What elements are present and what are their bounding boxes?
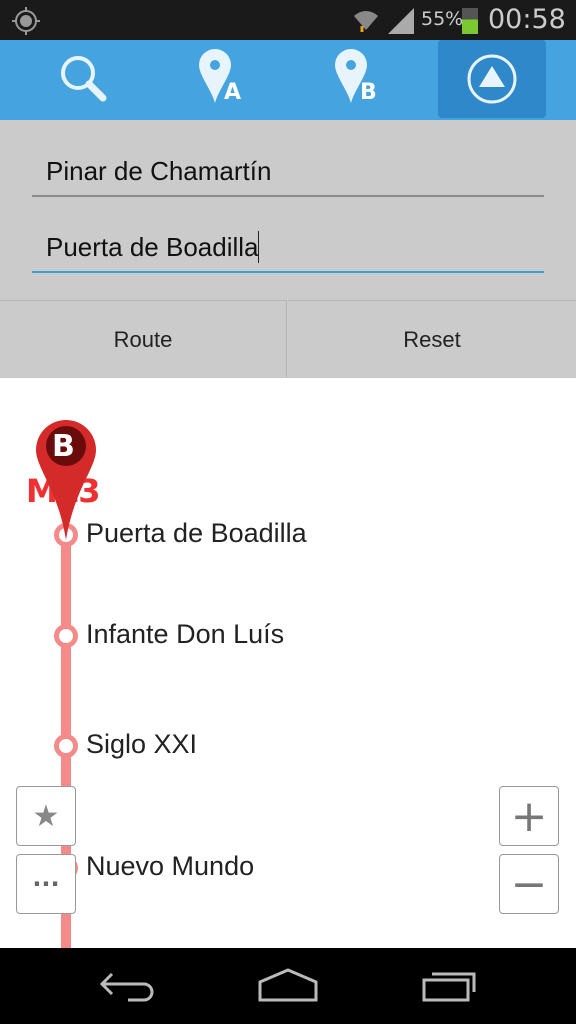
search-button[interactable] bbox=[30, 40, 138, 118]
toolbar: A B bbox=[0, 40, 576, 120]
origin-input[interactable]: Pinar de Chamartín bbox=[32, 147, 544, 197]
signal-icon bbox=[388, 8, 414, 34]
destination-input[interactable]: Puerta de Boadilla bbox=[32, 223, 544, 273]
star-icon: ★ bbox=[32, 798, 60, 834]
station-label[interactable]: Nuevo Mundo bbox=[86, 851, 254, 882]
station-dot bbox=[54, 734, 78, 758]
zoom-out-button[interactable]: − bbox=[499, 854, 559, 914]
minus-icon: − bbox=[510, 858, 548, 910]
station-label[interactable]: Infante Don Luís bbox=[86, 619, 284, 650]
marker-label: B bbox=[52, 429, 75, 464]
origin-label: A bbox=[224, 80, 242, 105]
route-button[interactable]: Route bbox=[0, 300, 287, 378]
route-up-icon bbox=[467, 54, 517, 104]
plus-icon: + bbox=[510, 790, 548, 842]
favorite-button[interactable]: ★ bbox=[16, 786, 76, 846]
station-label[interactable]: Siglo XXI bbox=[86, 729, 197, 760]
clock: 00:58 bbox=[488, 4, 566, 35]
destination-value: Puerta de Boadilla bbox=[46, 231, 259, 262]
battery-percent: 55% bbox=[421, 8, 464, 30]
station-dot bbox=[54, 624, 78, 648]
navigation-bar bbox=[0, 948, 576, 1024]
battery-charging-icon bbox=[462, 8, 478, 34]
back-icon[interactable] bbox=[98, 968, 158, 1004]
route-view-button[interactable] bbox=[438, 40, 546, 118]
reset-button[interactable]: Reset bbox=[288, 300, 576, 378]
metro-map[interactable]: ML3 Puerta de Boadilla Infante Don Luís … bbox=[0, 378, 576, 948]
search-icon bbox=[61, 56, 107, 102]
more-button[interactable]: ··· bbox=[16, 854, 76, 914]
destination-label: B bbox=[360, 80, 377, 105]
destination-button[interactable]: B bbox=[304, 40, 412, 118]
zoom-in-button[interactable]: + bbox=[499, 786, 559, 846]
recent-apps-icon[interactable] bbox=[420, 968, 480, 1004]
home-icon[interactable] bbox=[256, 968, 320, 1004]
gps-icon bbox=[12, 7, 40, 35]
origin-button[interactable]: A bbox=[168, 40, 276, 118]
more-icon: ··· bbox=[32, 870, 60, 898]
status-bar: 55% 00:58 bbox=[0, 0, 576, 40]
route-form: Pinar de Chamartín Puerta de Boadilla Ro… bbox=[0, 120, 576, 378]
station-label[interactable]: Puerta de Boadilla bbox=[86, 518, 307, 549]
wifi-icon bbox=[354, 11, 378, 32]
